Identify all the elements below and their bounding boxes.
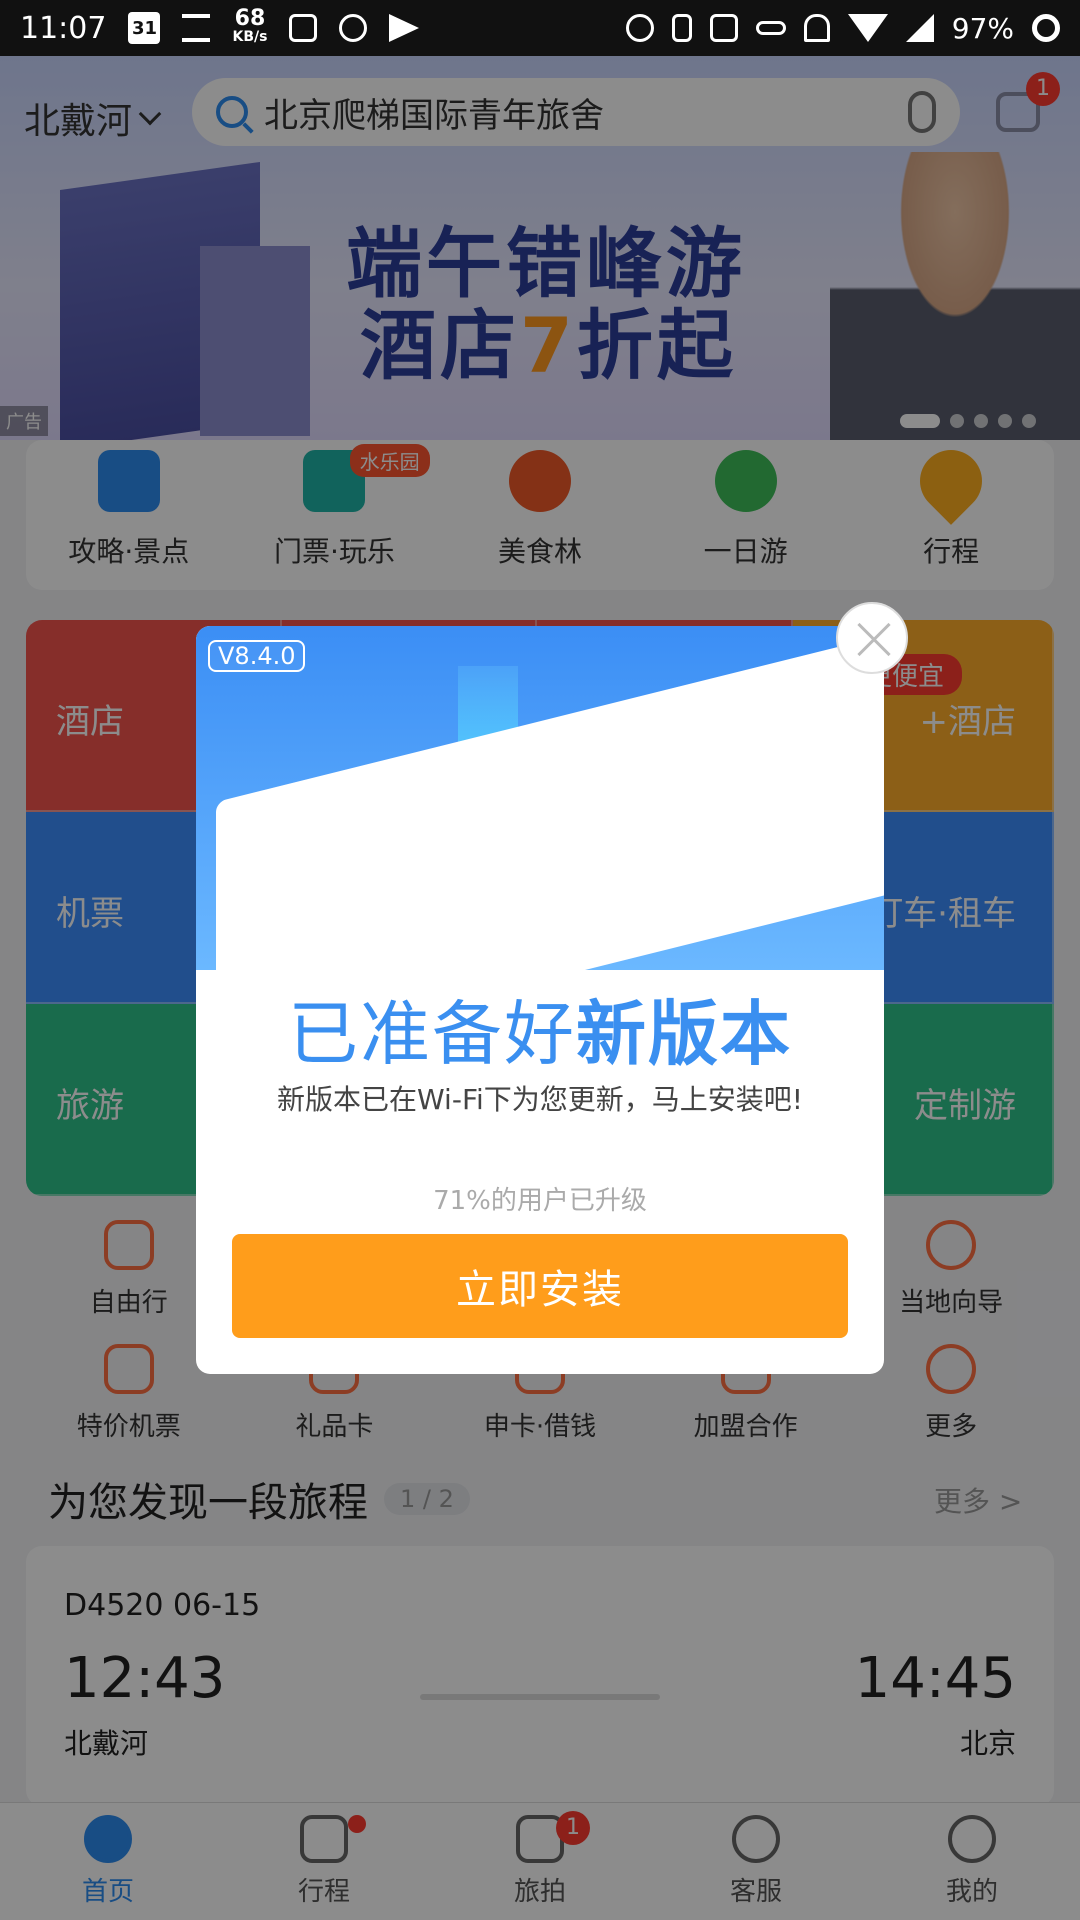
key-icon xyxy=(755,21,786,35)
status-bar: 11:07 31 68 KB/s 97% xyxy=(0,0,1080,56)
close-icon[interactable] xyxy=(836,602,908,674)
calendar-icon: 31 xyxy=(128,12,161,44)
wifi-icon xyxy=(847,14,888,42)
status-time: 11:07 xyxy=(20,10,107,46)
net-speed-unit: KB/s xyxy=(232,29,268,45)
vr-icon xyxy=(339,14,368,42)
vibrate-icon xyxy=(671,14,692,42)
mute-icon xyxy=(803,14,830,42)
signal-icon xyxy=(905,14,934,42)
update-title: 已准备好新版本 xyxy=(196,978,884,1079)
version-tag: V8.4.0 xyxy=(208,640,306,672)
battery-icon xyxy=(1032,14,1060,42)
update-title-bold: 新版本 xyxy=(576,993,792,1075)
update-dialog: V8.4.0 已准备好新版本 新版本已在Wi-Fi下为您更新，马上安装吧! 71… xyxy=(196,626,884,1374)
send-icon xyxy=(389,14,420,42)
install-now-button[interactable]: 立即安装 xyxy=(232,1234,848,1338)
nfc-icon xyxy=(709,14,738,42)
update-subtitle: 新版本已在Wi-Fi下为您更新，马上安装吧! xyxy=(276,1083,804,1116)
battery-text: 97% xyxy=(951,11,1014,45)
list-icon xyxy=(182,14,211,42)
update-title-normal: 已准备好 xyxy=(288,993,576,1075)
image-icon xyxy=(289,14,318,42)
alarm-icon xyxy=(625,14,654,42)
net-speed-value: 68 xyxy=(234,6,266,31)
net-speed: 68 KB/s xyxy=(232,6,268,46)
upgrade-stat: 71%的用户已升级 xyxy=(433,1186,647,1216)
phone-illustration xyxy=(216,627,884,970)
update-hero-illustration: V8.4.0 xyxy=(196,626,884,970)
